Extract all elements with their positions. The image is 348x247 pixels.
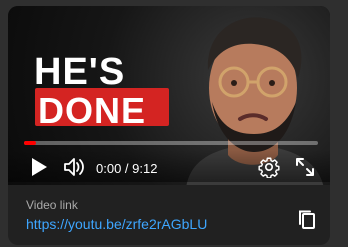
video-link-label: Video link — [26, 198, 78, 212]
video-player[interactable]: HE'S DONE 0:00 / 9:12 — [8, 6, 330, 185]
thumbnail-headline-bottom: DONE — [38, 90, 147, 131]
video-share-card: HE'S DONE 0:00 / 9:12 Video link https:/… — [8, 6, 330, 245]
volume-icon — [64, 158, 84, 176]
volume-button[interactable] — [62, 154, 88, 180]
progress-bar[interactable] — [24, 141, 318, 145]
time-display: 0:00 / 9:12 — [96, 161, 158, 176]
player-controls: 0:00 / 9:12 — [8, 150, 330, 182]
fullscreen-button[interactable] — [292, 154, 318, 180]
play-icon — [32, 158, 47, 176]
settings-button[interactable] — [256, 154, 282, 180]
gear-icon — [258, 157, 280, 178]
play-button[interactable] — [26, 154, 52, 180]
progress-bar-fill — [24, 141, 36, 145]
copy-link-button[interactable] — [296, 209, 318, 231]
video-link-url[interactable]: https://youtu.be/zrfe2rAGbLU — [26, 216, 207, 232]
copy-icon — [299, 210, 315, 229]
fullscreen-icon — [296, 158, 314, 176]
